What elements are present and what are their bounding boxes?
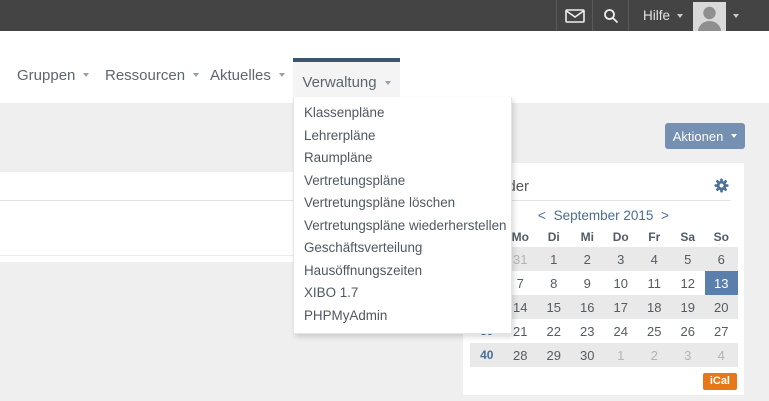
nav-item-aktuelles[interactable]: Aktuelles — [210, 55, 285, 95]
topbar: Hilfe — [0, 0, 769, 31]
day-cell[interactable]: 22 — [537, 319, 571, 343]
day-cell[interactable]: 19 — [671, 295, 705, 319]
nav-item-label: Gruppen — [17, 67, 75, 84]
day-header: Mi — [571, 226, 605, 247]
nav-item-ressourcen[interactable]: Ressourcen — [105, 55, 199, 95]
user-silhouette-icon — [693, 2, 726, 31]
divider — [476, 200, 731, 201]
mail-icon — [565, 9, 585, 23]
menu-item-hausoeffnungszeiten[interactable]: Hausöffnungszeiten — [294, 260, 511, 283]
avatar-menu-button[interactable] — [726, 0, 749, 31]
day-header: So — [705, 226, 739, 247]
day-cell[interactable]: 28 — [504, 343, 538, 367]
actions-button[interactable]: Aktionen — [665, 123, 745, 149]
chevron-down-icon — [279, 73, 285, 77]
menu-item-vertretungsplaene[interactable]: Vertretungspläne — [294, 170, 511, 193]
menu-item-vertretungsplaene-loeschen[interactable]: Vertretungspläne löschen — [294, 192, 511, 215]
chevron-down-icon — [83, 73, 89, 77]
calendar-week-row: 40 28 29 30 1 2 3 4 — [470, 343, 738, 367]
day-cell[interactable]: 11 — [638, 271, 672, 295]
day-cell[interactable]: 25 — [638, 319, 672, 343]
page: Hilfe Gruppen Ressourcen Aktuelles — [0, 0, 769, 401]
menu-item-vertretungsplaene-wiederherstellen[interactable]: Vertretungspläne wiederherstellen — [294, 215, 511, 238]
day-cell[interactable]: 18 — [638, 295, 672, 319]
next-month-button[interactable]: > — [657, 208, 673, 223]
day-cell[interactable]: 26 — [671, 319, 705, 343]
month-label: September 2015 — [554, 208, 654, 223]
day-cell[interactable]: 8 — [537, 271, 571, 295]
day-cell[interactable]: 15 — [537, 295, 571, 319]
day-cell[interactable]: 29 — [537, 343, 571, 367]
chevron-down-icon — [193, 73, 199, 77]
verwaltung-dropdown-menu: Klassenpläne Lehrerpläne Raumpläne Vertr… — [293, 97, 512, 334]
day-cell[interactable]: 1 — [604, 343, 638, 367]
day-cell[interactable]: 10 — [604, 271, 638, 295]
chevron-down-icon — [733, 14, 739, 18]
day-cell[interactable]: 17 — [604, 295, 638, 319]
nav-item-label: Ressourcen — [105, 67, 185, 84]
day-header: Di — [537, 226, 571, 247]
day-cell[interactable]: 30 — [571, 343, 605, 367]
gear-icon[interactable] — [714, 178, 729, 193]
nav-item-gruppen[interactable]: Gruppen — [17, 55, 89, 95]
menu-item-raumplaene[interactable]: Raumpläne — [294, 147, 511, 170]
day-cell[interactable]: 2 — [638, 343, 672, 367]
day-cell[interactable]: 3 — [604, 247, 638, 271]
menu-item-xibo[interactable]: XIBO 1.7 — [294, 282, 511, 305]
menu-item-phpmyadmin[interactable]: PHPMyAdmin — [294, 305, 511, 328]
menu-item-klassenplaene[interactable]: Klassenpläne — [294, 102, 511, 125]
menu-item-lehrerplaene[interactable]: Lehrerpläne — [294, 125, 511, 148]
day-cell[interactable]: 12 — [671, 271, 705, 295]
avatar[interactable] — [693, 2, 726, 31]
help-label: Hilfe — [643, 8, 670, 23]
day-cell[interactable]: 16 — [571, 295, 605, 319]
day-cell-selected[interactable]: 13 — [705, 271, 739, 295]
chevron-down-icon — [385, 81, 391, 85]
mail-button[interactable] — [556, 0, 593, 31]
day-cell[interactable]: 3 — [671, 343, 705, 367]
day-cell[interactable]: 23 — [571, 319, 605, 343]
day-header: Fr — [638, 226, 672, 247]
menu-item-geschaeftsverteilung[interactable]: Geschäftsverteilung — [294, 237, 511, 260]
day-cell[interactable]: 20 — [705, 295, 739, 319]
search-button[interactable] — [593, 0, 629, 31]
ical-button[interactable]: iCal — [703, 373, 737, 390]
day-cell[interactable]: 1 — [537, 247, 571, 271]
day-cell[interactable]: 27 — [705, 319, 739, 343]
search-icon — [603, 8, 619, 24]
day-cell[interactable]: 6 — [705, 247, 739, 271]
day-cell[interactable]: 9 — [571, 271, 605, 295]
day-header: Do — [604, 226, 638, 247]
day-cell[interactable]: 24 — [604, 319, 638, 343]
nav-item-label: Verwaltung — [302, 74, 376, 91]
day-cell[interactable]: 4 — [638, 247, 672, 271]
week-number[interactable]: 40 — [470, 343, 504, 367]
nav-item-label: Aktuelles — [210, 67, 271, 84]
day-cell[interactable]: 2 — [571, 247, 605, 271]
topbar-actions: Hilfe — [556, 0, 749, 31]
help-menu-button[interactable]: Hilfe — [629, 0, 693, 31]
day-cell[interactable]: 4 — [705, 343, 739, 367]
actions-button-label: Aktionen — [673, 129, 724, 144]
chevron-down-icon — [731, 134, 737, 138]
chevron-down-icon — [677, 14, 683, 18]
prev-month-button[interactable]: < — [534, 208, 550, 223]
day-cell[interactable]: 5 — [671, 247, 705, 271]
day-header: Sa — [671, 226, 705, 247]
